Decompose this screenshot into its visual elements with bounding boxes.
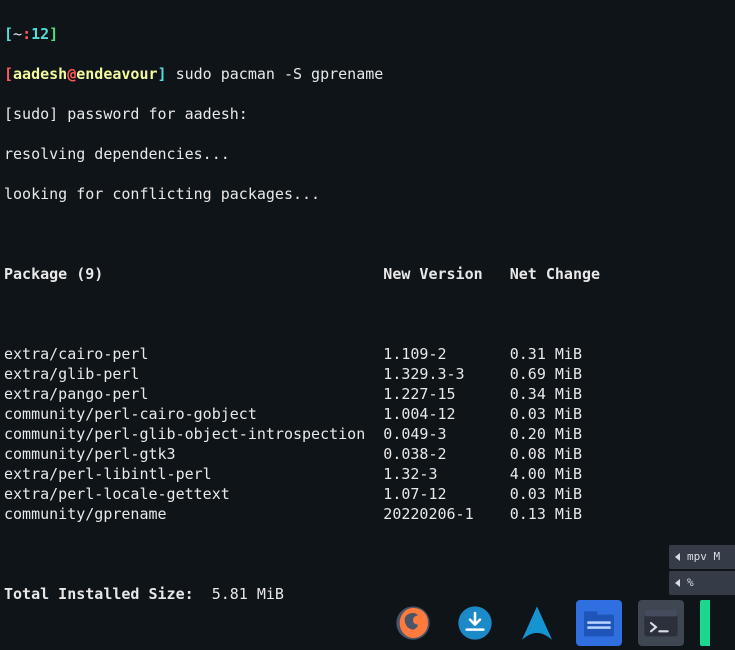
package-row: community/perl-glib-object-introspection…: [4, 424, 731, 444]
total-label: Total Installed Size:: [4, 585, 194, 603]
prompt-tilde: ~: [13, 25, 22, 43]
terminal-output[interactable]: [~:12] [aadesh@endeavour] sudo pacman -S…: [0, 0, 735, 650]
tray-percent[interactable]: %: [669, 571, 735, 595]
prompt-user: aadesh: [13, 65, 67, 83]
prompt-user-close: ]: [158, 65, 167, 83]
resolving-deps: resolving dependencies...: [4, 144, 731, 164]
terminal-icon[interactable]: [638, 600, 684, 646]
dock: [390, 600, 710, 646]
sudo-prompt: [sudo] password for aadesh:: [4, 104, 731, 124]
package-row: community/gprename 20220206-1 0.13 MiB: [4, 504, 731, 524]
package-row: community/perl-cairo-gobject 1.004-12 0.…: [4, 404, 731, 424]
prompt-user-open: [: [4, 65, 13, 83]
firefox-icon[interactable]: [390, 600, 436, 646]
prompt-colon: :: [22, 25, 31, 43]
package-row: extra/pango-perl 1.227-15 0.34 MiB: [4, 384, 731, 404]
conflict-check: looking for conflicting packages...: [4, 184, 731, 204]
package-row: extra/perl-libintl-perl 1.32-3 4.00 MiB: [4, 464, 731, 484]
package-row: extra/cairo-perl 1.109-2 0.31 MiB: [4, 344, 731, 364]
header-row: Package (9) New Version Net Change: [4, 264, 731, 284]
tray-mpv[interactable]: mpv M: [669, 545, 735, 569]
prompt-number: 12: [31, 25, 49, 43]
system-tray: mpv M %: [669, 545, 735, 597]
total-value: 5.81 MiB: [194, 585, 284, 603]
package-row: extra/perl-locale-gettext 1.07-12 0.03 M…: [4, 484, 731, 504]
prompt-at: @: [67, 65, 76, 83]
prompt-path-open: [: [4, 25, 13, 43]
prompt-host: endeavour: [76, 65, 157, 83]
prompt-path-close: ]: [49, 25, 58, 43]
package-row: community/perl-gtk3 0.038-2 0.08 MiB: [4, 444, 731, 464]
dock-extra-icon[interactable]: [700, 600, 710, 646]
arch-menu-icon[interactable]: [514, 600, 560, 646]
download-manager-icon[interactable]: [452, 600, 498, 646]
file-manager-icon[interactable]: [576, 600, 622, 646]
package-row: extra/glib-perl 1.329.3-3 0.69 MiB: [4, 364, 731, 384]
command-text: sudo pacman -S gprename: [167, 65, 384, 83]
